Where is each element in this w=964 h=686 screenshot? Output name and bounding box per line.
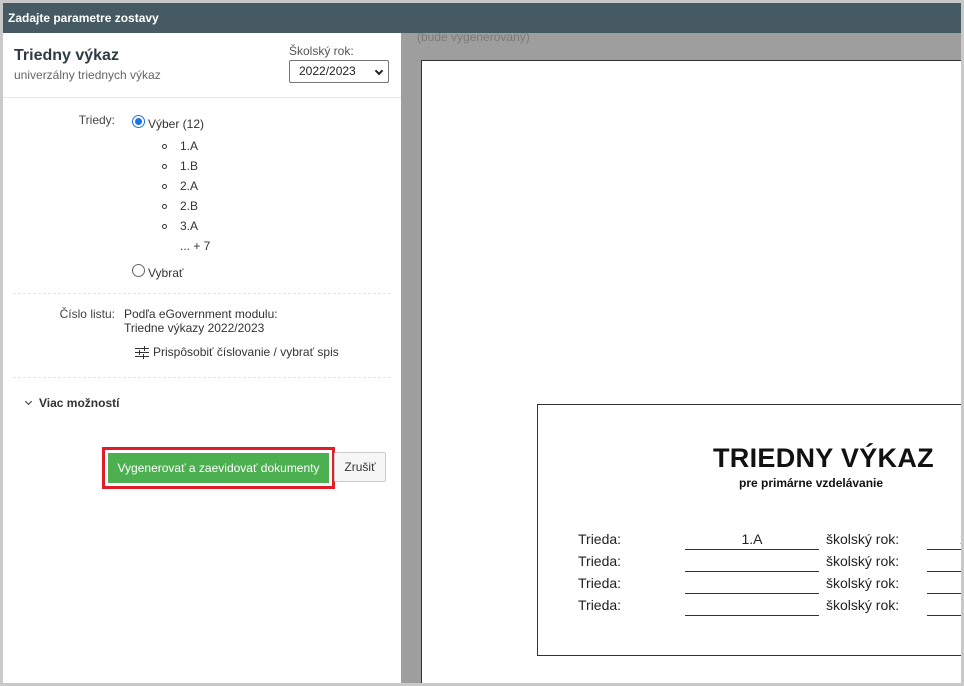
list-bullet <box>162 164 167 169</box>
list-bullet <box>162 184 167 189</box>
field-underline <box>685 593 819 594</box>
class-field-label: Trieda: <box>578 597 622 613</box>
field-underline <box>927 549 961 550</box>
dialog-title: Zadajte parametre zostavy <box>3 3 961 33</box>
year-field-label: školský rok: <box>826 531 900 547</box>
chevron-down-icon <box>374 66 384 76</box>
chevron-down-icon[interactable] <box>24 397 33 406</box>
generate-documents-button[interactable]: Vygenerovať a zaevidovať dokumenty <box>108 453 329 483</box>
preview-panel: (bude vygenerovaný) TRIEDNY VÝKAZ pre pr… <box>401 33 961 683</box>
field-underline <box>927 593 961 594</box>
sheet-number-label: Číslo listu: <box>59 307 115 321</box>
school-year-select[interactable]: 2022/2023 <box>289 60 389 83</box>
field-underline <box>927 615 961 616</box>
more-options-toggle[interactable]: Viac možností <box>39 396 119 410</box>
list-bullet <box>162 224 167 229</box>
divider <box>13 293 391 294</box>
class-item: 2.A <box>180 179 199 193</box>
classes-selection-label[interactable]: Výber (12) <box>148 117 204 131</box>
class-item: 3.A <box>180 219 199 233</box>
class-field-label: Trieda: <box>578 553 622 569</box>
tune-icon[interactable] <box>135 346 149 359</box>
class-field-label: Trieda: <box>578 575 622 591</box>
sheet-number-source: Podľa eGovernment modulu: <box>124 307 278 321</box>
classes-choose-label[interactable]: Vybrať <box>148 266 183 280</box>
year-field-label: školský rok: <box>826 553 900 569</box>
class-field-value: 1.A <box>741 531 763 547</box>
classes-selection-radio[interactable] <box>132 115 145 128</box>
class-item: 1.B <box>180 159 199 173</box>
document-title: TRIEDNY VÝKAZ <box>713 443 934 473</box>
class-field-label: Trieda: <box>578 531 622 547</box>
class-item: 1.A <box>180 139 199 153</box>
divider <box>13 377 391 378</box>
more-classes-count: ... + 7 <box>180 239 211 253</box>
cancel-button[interactable]: Zrušiť <box>334 452 386 482</box>
document-cover-frame: TRIEDNY VÝKAZ pre primárne vzdelávanie T… <box>537 404 961 656</box>
field-underline <box>685 615 819 616</box>
document-subtitle: pre primárne vzdelávanie <box>739 476 884 490</box>
school-year-value: 2022/2023 <box>299 64 356 78</box>
preview-placeholder-text: (bude vygenerovaný) <box>417 33 530 44</box>
classes-choose-radio[interactable] <box>132 264 145 277</box>
customize-numbering-link[interactable]: Prispôsobiť číslovanie / vybrať spis <box>153 345 339 359</box>
field-underline <box>685 549 819 550</box>
school-year-label: Školský rok: <box>289 44 354 58</box>
divider <box>3 97 401 98</box>
sheet-number-file: Triedne výkazy 2022/2023 <box>124 321 265 335</box>
year-field-value: 2 <box>930 531 961 547</box>
report-parameters-dialog: Zadajte parametre zostavy Triedny výkaz … <box>0 0 964 686</box>
generate-button-highlight: Vygenerovať a zaevidovať dokumenty <box>102 447 335 489</box>
year-field-label: školský rok: <box>826 575 900 591</box>
report-title: Triedny výkaz <box>14 47 119 64</box>
report-subtitle: univerzálny triednych výkaz <box>14 68 161 82</box>
list-bullet <box>162 204 167 209</box>
classes-label: Triedy: <box>78 113 115 127</box>
year-field-label: školský rok: <box>826 597 900 613</box>
field-underline <box>685 571 819 572</box>
document-preview-page: TRIEDNY VÝKAZ pre primárne vzdelávanie T… <box>421 60 961 683</box>
parameters-panel: Triedny výkaz univerzálny triednych výka… <box>3 33 401 683</box>
class-item: 2.B <box>180 199 199 213</box>
list-bullet <box>162 144 167 149</box>
field-underline <box>927 571 961 572</box>
